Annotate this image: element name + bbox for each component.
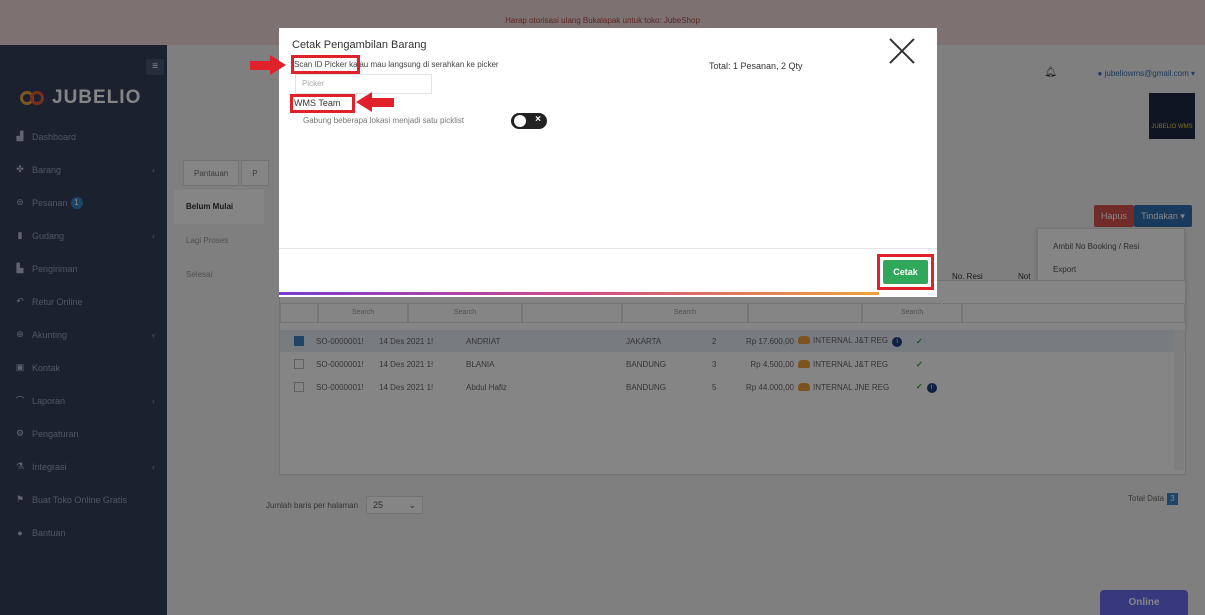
arrow-left-icon	[356, 92, 394, 112]
close-icon[interactable]	[885, 34, 919, 68]
cetak-pengambilan-modal: Cetak Pengambilan Barang Scan ID Picker …	[279, 28, 937, 297]
merge-locations-toggle[interactable]: ×	[511, 113, 547, 129]
toggle-off-icon: ×	[535, 114, 541, 125]
scan-picker-hint: kalau mau langsung di serahkan ke picker	[346, 60, 499, 69]
arrow-right-icon	[250, 55, 288, 75]
modal-total: Total: 1 Pesanan, 2 Qty	[709, 61, 803, 71]
wms-team-highlight-box	[290, 94, 355, 113]
scan-picker-highlight-box	[291, 55, 360, 74]
modal-title: Cetak Pengambilan Barang	[292, 39, 427, 51]
modal-footer-gradient	[279, 292, 879, 295]
toggle-knob	[514, 115, 526, 127]
picker-input[interactable]: Picker	[295, 74, 432, 94]
cetak-highlight-box	[877, 254, 934, 290]
merge-locations-label: Gabung beberapa lokasi menjadi satu pick…	[303, 116, 464, 125]
modal-divider	[279, 248, 937, 249]
